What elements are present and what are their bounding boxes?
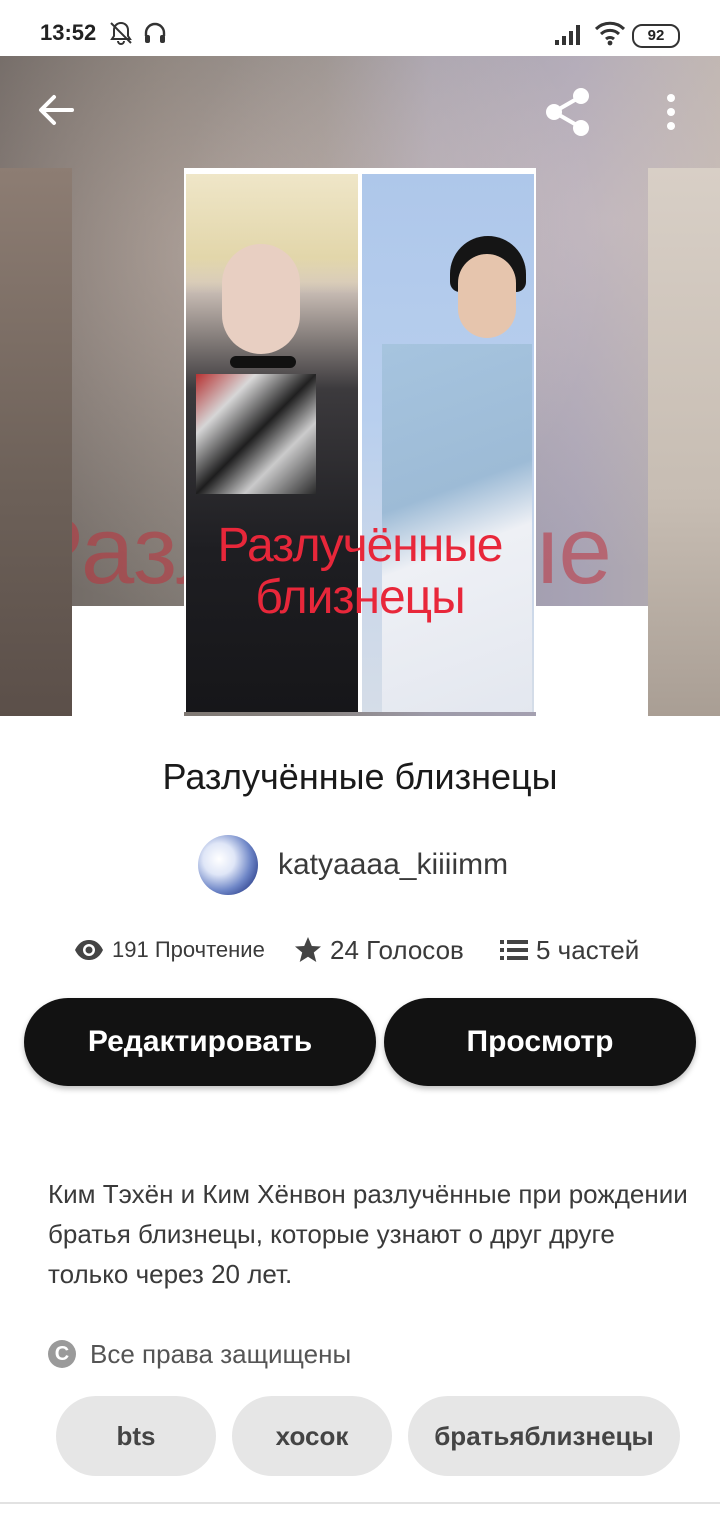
eye-icon — [75, 940, 103, 960]
votes-count: 24 Голосов — [330, 934, 464, 965]
back-button[interactable] — [34, 88, 78, 137]
reads-count: 191 Прочтение — [112, 937, 265, 962]
copyright-row: C Все права защищены — [48, 1334, 351, 1374]
story-cover: Разлучённые близнецы — [184, 168, 536, 712]
story-stats: 191 Прочтение 24 Голосов 5 частей — [0, 928, 720, 972]
view-button[interactable]: Просмотр — [384, 998, 696, 1086]
bell-muted-icon — [108, 20, 134, 51]
parts-stat: 5 частей — [500, 928, 639, 972]
edit-button[interactable]: Редактировать — [24, 998, 376, 1086]
tag-chip[interactable]: хосок — [232, 1396, 392, 1476]
cover-title: Разлучённые близнецы — [184, 520, 536, 624]
next-cover[interactable] — [648, 168, 720, 716]
more-button[interactable] — [658, 92, 684, 137]
star-icon — [295, 937, 321, 962]
status-time: 13:52 — [40, 20, 97, 45]
author-name[interactable]: katyaaaa_kiiiimm — [278, 848, 508, 882]
hero-background: Разлучённые Разлучённые близнецы — [0, 56, 720, 716]
more-vertical-icon — [667, 94, 675, 130]
arrow-left-icon — [39, 95, 74, 125]
prev-cover[interactable] — [0, 168, 72, 716]
cover-photo-left — [186, 174, 358, 712]
wifi-icon — [594, 20, 626, 51]
reads-stat: 191 Прочтение — [74, 928, 265, 972]
battery-icon: 92 — [632, 24, 680, 48]
tag-chip[interactable]: братьяблизнецы — [408, 1396, 680, 1476]
signal-icon — [554, 22, 584, 51]
story-title: Разлучённые близнецы — [162, 756, 558, 797]
hero-strip — [72, 606, 184, 716]
cover-photo-right — [362, 174, 534, 712]
cover-title-line2: близнецы — [255, 571, 465, 624]
story-description: Ким Тэхён и Ким Хёнвон разлучённые при р… — [48, 1179, 688, 1289]
author-row[interactable]: katyaaaa_kiiiimm — [198, 834, 508, 896]
hero-strip — [536, 606, 648, 716]
parts-count: 5 частей — [536, 934, 640, 965]
tag-chip[interactable]: bts — [56, 1396, 216, 1476]
share-button[interactable] — [540, 84, 596, 145]
cover-title-line1: Разлучённые — [217, 519, 504, 572]
status-bar: 13:52 92 — [0, 0, 720, 56]
share-icon — [546, 88, 589, 136]
copyright-text: Все права защищены — [90, 1338, 352, 1369]
list-icon — [500, 940, 528, 960]
headphones-icon — [142, 20, 168, 51]
votes-stat: 24 Голосов — [294, 928, 464, 972]
avatar[interactable] — [198, 835, 258, 895]
divider — [0, 1502, 720, 1504]
copyright-icon: C — [48, 1340, 76, 1368]
